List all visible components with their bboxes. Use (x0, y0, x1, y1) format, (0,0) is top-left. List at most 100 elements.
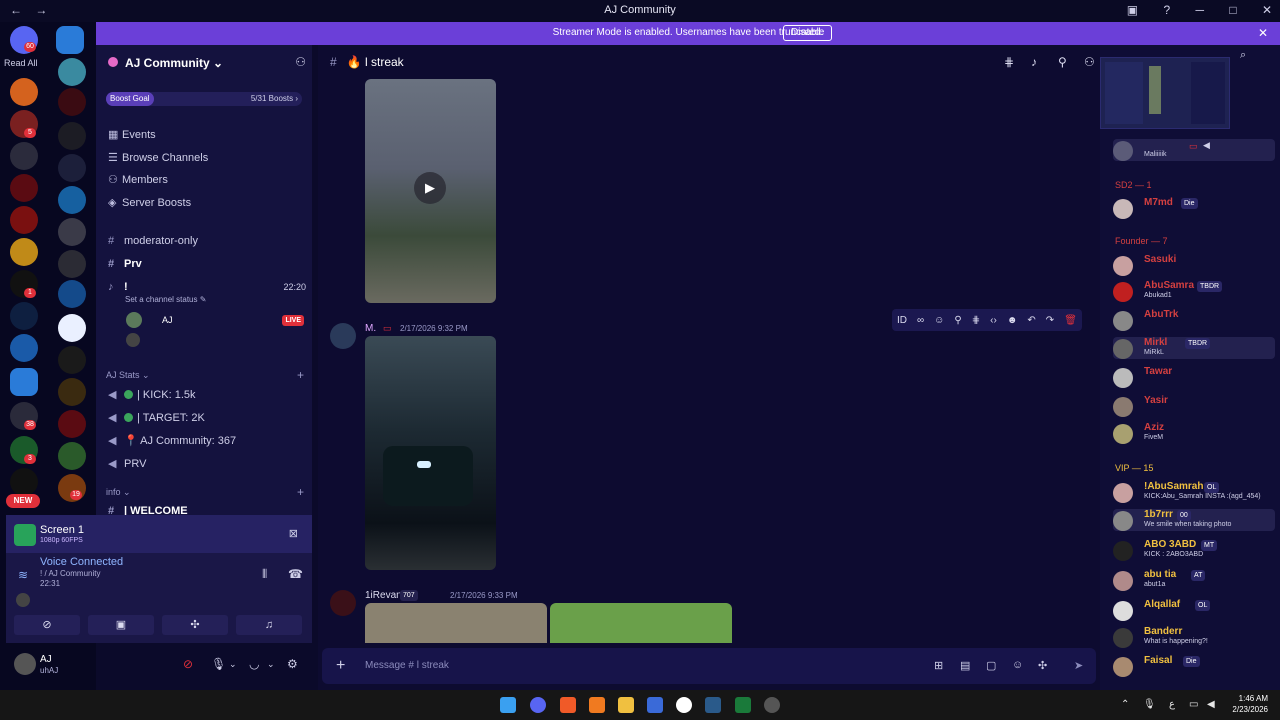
server-icon[interactable] (58, 280, 86, 308)
voice-channel-path[interactable]: ! / AJ Community (40, 569, 100, 578)
pin-icon[interactable]: ⚲ (954, 315, 961, 326)
soundboard-button[interactable]: ♫ (236, 615, 302, 635)
screen-share-card[interactable]: Screen 1 1080p 60FPS ⊠ (6, 515, 312, 553)
thread-icon[interactable]: ⋕ (972, 315, 980, 326)
server-folder-icon[interactable] (56, 26, 84, 54)
video-attachment[interactable]: ▶ (365, 79, 496, 303)
server-icon[interactable] (58, 250, 86, 278)
message-composer[interactable]: + Message # l streak ⊞ ▤ ▢ ☺ ✣ ➤ (322, 648, 1096, 684)
message-author[interactable]: M. (365, 323, 376, 334)
add-attachment-icon[interactable]: + (336, 657, 345, 675)
server-icon[interactable] (58, 346, 86, 374)
author-avatar[interactable] (330, 323, 356, 349)
avatar[interactable] (126, 333, 140, 347)
server-header[interactable]: AJ Community ⌄ ⚇ (96, 45, 312, 79)
category-aj-stats[interactable]: AJ Stats ⌄ (106, 370, 150, 381)
nav-server-boosts[interactable]: ◈ Server Boosts (108, 196, 191, 209)
member-item[interactable]: ▭ ◀ Maliiiiik (1113, 139, 1275, 161)
invite-people-icon[interactable]: ⚇ (295, 55, 306, 69)
link-icon[interactable]: ∞ (917, 315, 924, 326)
discord-app-icon[interactable] (530, 697, 546, 713)
author-avatar[interactable] (330, 590, 356, 616)
member-item[interactable]: Yasir (1113, 395, 1275, 417)
app-icon[interactable] (764, 697, 780, 713)
stop-stream-icon[interactable]: ⊠ (289, 527, 298, 540)
member-item[interactable]: M7md Die (1113, 197, 1275, 219)
member-item[interactable]: Banderr What is happening?! (1113, 626, 1275, 648)
help-icon[interactable]: ? (1163, 3, 1170, 17)
server-icon[interactable] (58, 410, 86, 438)
server-icon[interactable] (58, 218, 86, 246)
microphone-icon[interactable]: 🎙 (211, 657, 226, 671)
search-app-icon[interactable] (676, 697, 692, 713)
steam-icon[interactable] (705, 697, 721, 713)
member-item[interactable]: Tawar (1113, 366, 1275, 388)
server-icon[interactable] (58, 154, 86, 182)
windows-start-icon[interactable] (500, 697, 516, 713)
reply-icon[interactable]: ↶ (1027, 315, 1035, 326)
tray-chevron-icon[interactable]: ⌃ (1121, 699, 1129, 710)
member-item[interactable]: Faisal Die (1113, 655, 1275, 677)
member-item[interactable]: Alqallaf OL (1113, 599, 1275, 621)
voice-channel-active[interactable]: ♪! (108, 281, 128, 293)
read-all-button[interactable]: Read All (4, 58, 38, 68)
gif-icon[interactable]: ▤ (960, 659, 970, 672)
code-icon[interactable]: ‹› (990, 315, 997, 326)
close-banner-icon[interactable]: ✕ (1258, 26, 1268, 40)
server-icon[interactable] (10, 174, 38, 202)
emoji-icon[interactable]: ☻ (1007, 315, 1018, 326)
member-item[interactable]: abu tia AT abut1a (1113, 569, 1275, 591)
delete-icon[interactable]: 🗑 (1064, 315, 1077, 326)
server-icon[interactable] (58, 88, 86, 116)
app-icon[interactable] (647, 697, 663, 713)
set-channel-status[interactable]: Set a channel status ✎ (125, 295, 206, 304)
gear-icon[interactable]: ⚙ (287, 657, 298, 671)
member-item[interactable]: Mirkl TBDR MiRkL (1113, 337, 1275, 359)
nav-members[interactable]: ⚇ Members (108, 173, 168, 186)
server-icon[interactable] (10, 302, 38, 330)
member-item[interactable]: 1b7rrr 00 We smile when taking photo (1113, 509, 1275, 531)
bell-icon[interactable]: ♪ (1031, 55, 1037, 69)
channel-prv[interactable]: # Prv (108, 258, 142, 270)
sticker-icon[interactable]: ▢ (986, 659, 996, 672)
volume-icon[interactable]: ◀ (1207, 699, 1215, 710)
pin-icon[interactable]: ⚲ (1058, 55, 1067, 69)
xbox-icon[interactable] (735, 697, 751, 713)
member-item[interactable]: Aziz FiveM (1113, 422, 1275, 444)
gift-icon[interactable]: ⊞ (934, 659, 943, 672)
send-icon[interactable]: ➤ (1074, 659, 1083, 672)
channel-moderator-only[interactable]: # moderator-only (108, 235, 198, 247)
avatar[interactable] (126, 312, 142, 328)
avatar[interactable] (16, 593, 30, 607)
apps-icon[interactable]: ✣ (1038, 659, 1047, 672)
file-explorer-icon[interactable] (618, 697, 634, 713)
server-icon[interactable] (10, 468, 38, 496)
stream-muted-icon[interactable]: ⊘ (183, 657, 193, 671)
server-icon[interactable] (10, 238, 38, 266)
forward-icon[interactable]: ↷ (1046, 315, 1054, 326)
inbox-icon[interactable]: ▣ (1127, 3, 1138, 17)
server-icon[interactable] (10, 206, 38, 234)
close-button[interactable]: ✕ (1262, 3, 1272, 17)
share-screen-button[interactable]: ▣ (88, 615, 154, 635)
create-channel-icon[interactable]: + (297, 485, 304, 499)
member-item[interactable]: !AbuSamrah OL KICK:Abu_Samrah INSTA :(ag… (1113, 481, 1275, 503)
voice-user-name[interactable]: AJ (162, 315, 173, 325)
boost-goal-bar[interactable]: Boost Goal 5/31 Boosts › (106, 92, 302, 106)
search-icon[interactable]: ⌕ (1240, 49, 1246, 62)
app-icon[interactable] (589, 697, 605, 713)
channel-member-count[interactable]: ◀ 📍 AJ Community: 367 (108, 434, 236, 447)
minimize-button[interactable]: ─ (1195, 3, 1204, 17)
member-item[interactable]: ABO 3ABD MT KICK : 2ABO3ABD (1113, 539, 1275, 561)
id-icon[interactable]: ID (897, 315, 907, 326)
chevron-down-icon[interactable]: ⌄ (267, 659, 275, 670)
member-list-icon[interactable]: ⚇ (1084, 55, 1095, 69)
emoji-icon[interactable]: ☺ (1012, 659, 1023, 671)
server-folder-icon[interactable] (10, 368, 38, 396)
signal-icon[interactable]: ≋ (18, 568, 28, 582)
nav-events[interactable]: ▦ Events (108, 128, 156, 141)
chevron-down-icon[interactable]: ⌄ (229, 659, 237, 670)
user-avatar[interactable] (14, 653, 36, 675)
server-icon[interactable] (10, 334, 38, 362)
server-icon[interactable] (10, 78, 38, 106)
